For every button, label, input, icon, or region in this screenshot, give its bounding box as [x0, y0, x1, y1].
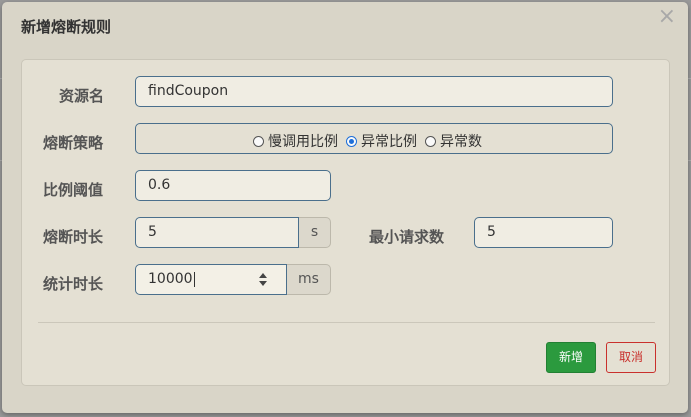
- radio-slow-ratio[interactable]: 慢调用比例: [253, 131, 338, 151]
- spin-down-icon[interactable]: [259, 281, 267, 286]
- ratio-threshold-value: 0.6: [148, 177, 171, 193]
- form-panel: 资源名 findCoupon 熔断策略 慢调用比例 异常比例 异常数 比例阈值 …: [21, 59, 670, 386]
- stat-duration-value: 10000: [148, 271, 193, 287]
- radio-circle-icon[interactable]: [253, 135, 264, 147]
- radio-label: 慢调用比例: [268, 134, 338, 150]
- radio-label: 异常比例: [361, 134, 417, 150]
- radio-label: 异常数: [440, 134, 482, 150]
- resource-value: findCoupon: [148, 83, 229, 99]
- strategy-label: 熔断策略: [43, 134, 104, 152]
- ratio-threshold-label: 比例阈值: [43, 181, 104, 199]
- text-caret: [193, 271, 195, 287]
- submit-button[interactable]: 新增: [546, 342, 596, 373]
- min-requests-label: 最小请求数: [369, 228, 445, 246]
- divider: [38, 322, 655, 323]
- radio-circle-icon[interactable]: [425, 135, 436, 147]
- break-duration-unit: s: [299, 217, 331, 248]
- strategy-radio-group: 慢调用比例 异常比例 异常数: [135, 123, 613, 154]
- dialog: 新增熔断规则 × 资源名 findCoupon 熔断策略 慢调用比例 异常比例: [2, 2, 688, 413]
- radio-error-ratio[interactable]: 异常比例: [346, 131, 417, 151]
- radio-circle-checked-icon[interactable]: [346, 135, 357, 147]
- resource-input[interactable]: findCoupon: [135, 76, 613, 107]
- radio-error-count[interactable]: 异常数: [425, 131, 482, 151]
- min-requests-value: 5: [487, 224, 496, 240]
- stat-duration-input[interactable]: 10000: [135, 264, 287, 295]
- resource-label: 资源名: [59, 87, 105, 105]
- break-duration-value: 5: [148, 224, 157, 240]
- ratio-threshold-input[interactable]: 0.6: [135, 170, 331, 201]
- stat-duration-label: 统计时长: [43, 275, 104, 293]
- close-icon[interactable]: ×: [658, 6, 676, 28]
- dialog-title: 新增熔断规则: [21, 18, 112, 36]
- spin-up-icon[interactable]: [259, 273, 267, 278]
- break-duration-input[interactable]: 5: [135, 217, 299, 248]
- stat-duration-unit: ms: [287, 264, 331, 295]
- min-requests-input[interactable]: 5: [474, 217, 613, 248]
- cancel-button[interactable]: 取消: [606, 342, 656, 373]
- number-spinner[interactable]: [258, 272, 268, 287]
- break-duration-label: 熔断时长: [43, 228, 104, 246]
